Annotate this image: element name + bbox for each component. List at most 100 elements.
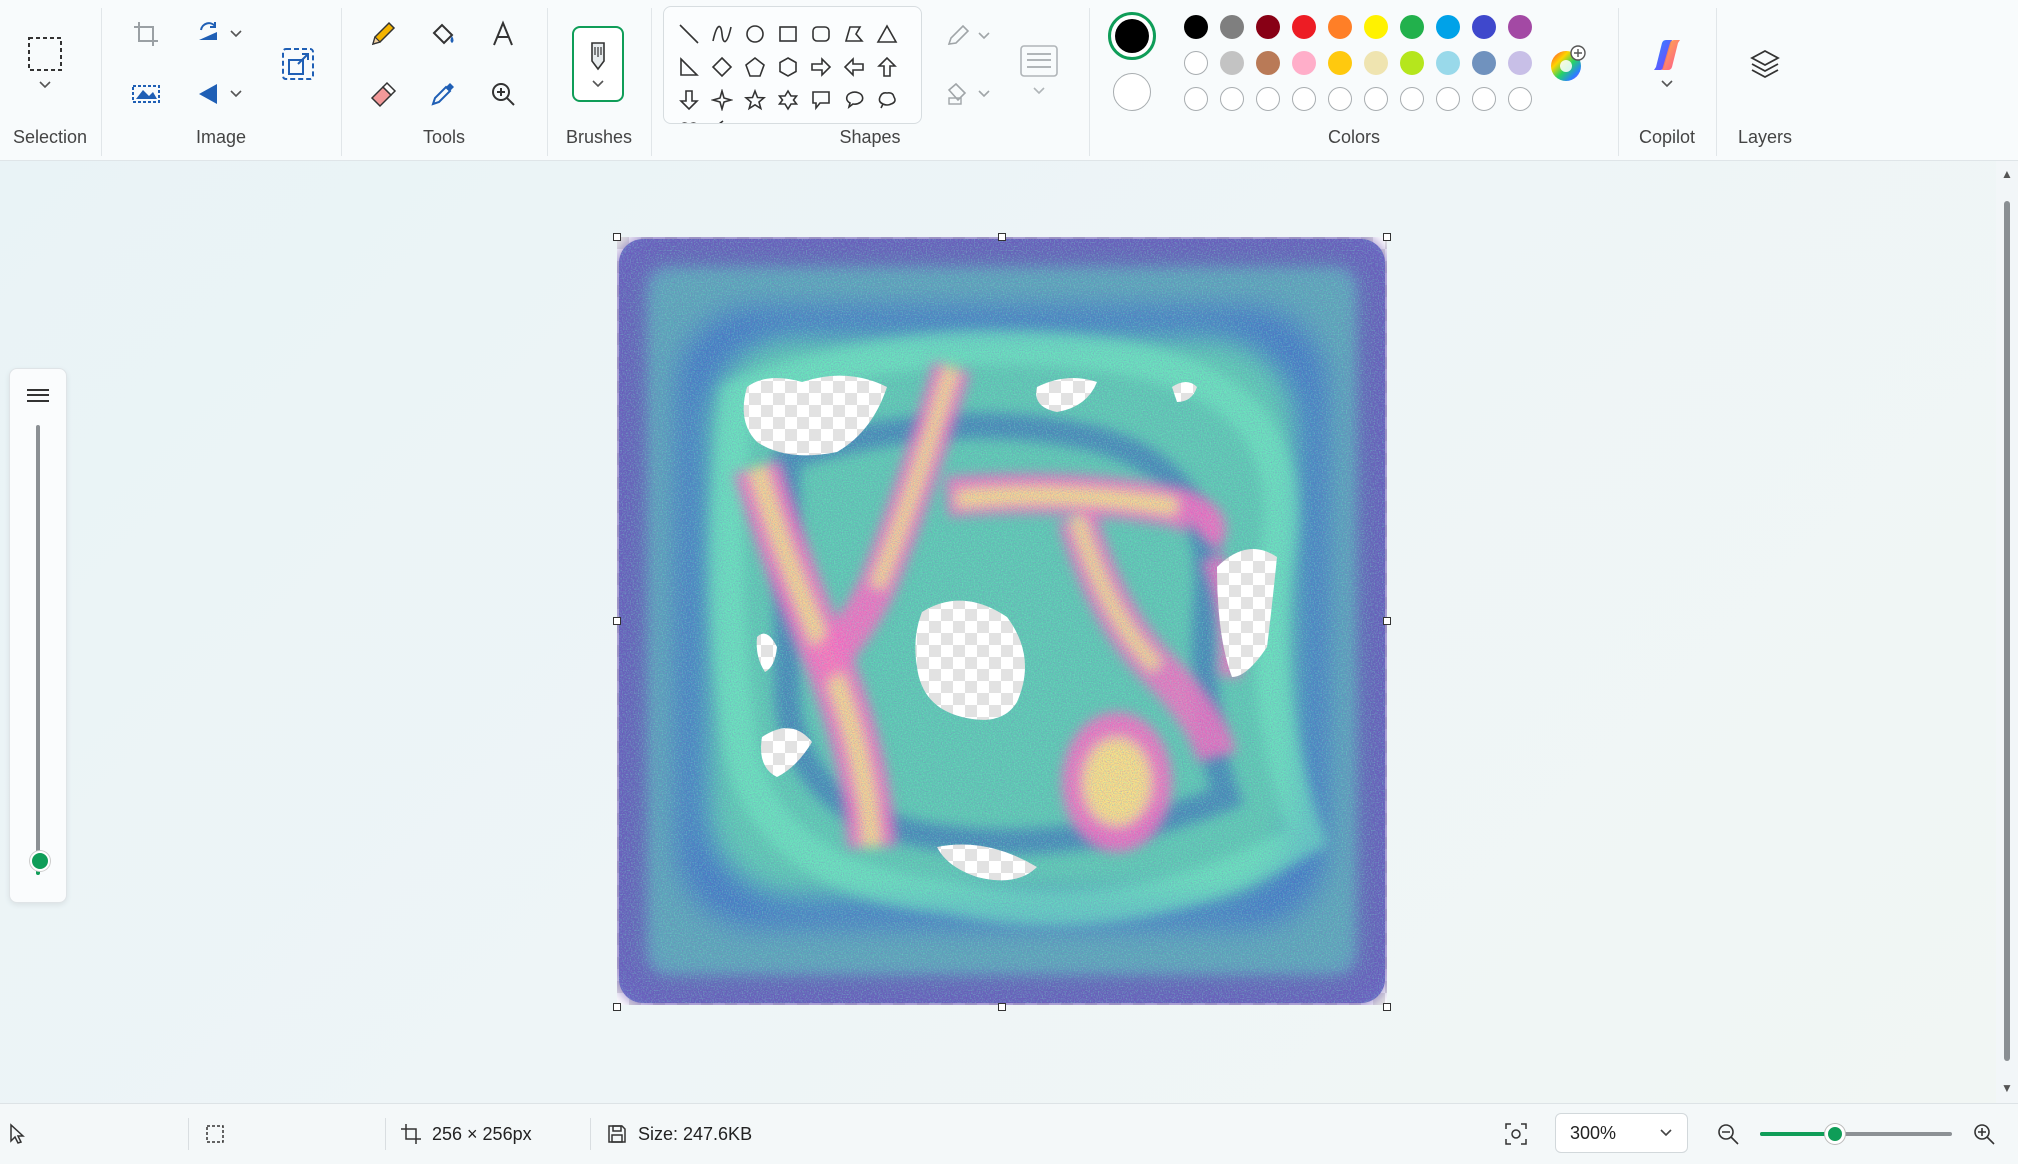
pentagon-shape[interactable] <box>740 52 770 82</box>
zoom-in-icon <box>1974 1124 1995 1145</box>
color-swatch[interactable] <box>1328 15 1352 39</box>
resize-handle-top[interactable] <box>998 233 1006 241</box>
primary-color[interactable] <box>1108 12 1156 60</box>
color-swatch[interactable] <box>1472 15 1496 39</box>
resize-handle-top-right[interactable] <box>1383 233 1391 241</box>
secondary-color[interactable] <box>1113 73 1151 111</box>
custom-color-slot[interactable] <box>1292 87 1316 111</box>
fit-to-window-button[interactable] <box>1504 1104 1528 1164</box>
rounded-rectangle-shape[interactable] <box>806 19 836 49</box>
scrollbar-thumb[interactable] <box>2004 201 2010 1061</box>
resize-handle-bottom-right[interactable] <box>1383 1003 1391 1011</box>
color-swatch[interactable] <box>1184 15 1208 39</box>
zoom-slider[interactable] <box>1760 1124 1952 1144</box>
canvas-image[interactable] <box>617 237 1387 1005</box>
custom-color-slot[interactable] <box>1472 87 1496 111</box>
brush-size-track[interactable] <box>36 425 40 855</box>
color-swatch[interactable] <box>1292 15 1316 39</box>
chevron-down-icon <box>978 90 990 98</box>
brush-button[interactable] <box>572 26 624 102</box>
zoom-out-button[interactable] <box>1716 1104 1740 1164</box>
color-swatch[interactable] <box>1220 51 1244 75</box>
color-swatch[interactable] <box>1472 51 1496 75</box>
color-picker-button[interactable] <box>419 70 467 118</box>
resize-handle-top-left[interactable] <box>613 233 621 241</box>
canvas-selection[interactable] <box>613 233 1391 1011</box>
heart-shape[interactable] <box>674 115 704 123</box>
diamond-shape[interactable] <box>707 52 737 82</box>
zoom-in-button[interactable] <box>1972 1104 1996 1164</box>
color-swatch[interactable] <box>1436 15 1460 39</box>
color-swatch[interactable] <box>1220 15 1244 39</box>
layers-button[interactable] <box>1741 40 1789 88</box>
rectangle-shape[interactable] <box>773 19 803 49</box>
edit-colors-button[interactable] <box>1544 40 1592 88</box>
custom-color-slot[interactable] <box>1184 87 1208 111</box>
text-button[interactable] <box>479 10 527 58</box>
curve-shape[interactable] <box>707 19 737 49</box>
shape-outline-button[interactable] <box>936 12 1000 60</box>
color-swatch[interactable] <box>1184 51 1208 75</box>
color-swatch[interactable] <box>1292 51 1316 75</box>
up-arrow-shape[interactable] <box>872 52 902 82</box>
remove-background-button[interactable] <box>122 70 170 118</box>
eraser-button[interactable] <box>359 70 407 118</box>
color-swatch[interactable] <box>1256 15 1280 39</box>
resize-icon <box>282 48 314 80</box>
down-arrow-shape[interactable] <box>674 85 704 115</box>
resize-handle-left[interactable] <box>613 617 621 625</box>
resize-button[interactable] <box>274 40 322 88</box>
color-swatch[interactable] <box>1436 51 1460 75</box>
color-swatch[interactable] <box>1508 15 1532 39</box>
custom-color-slot[interactable] <box>1508 87 1532 111</box>
rect-callout-shape[interactable] <box>806 85 836 115</box>
selection-button[interactable] <box>20 28 70 98</box>
lightning-shape[interactable] <box>707 115 737 123</box>
resize-handle-right[interactable] <box>1383 617 1391 625</box>
crop-button[interactable] <box>122 10 170 58</box>
shape-fill-button[interactable] <box>936 70 1000 118</box>
copilot-button[interactable] <box>1641 30 1693 96</box>
custom-color-slot[interactable] <box>1220 87 1244 111</box>
custom-color-slot[interactable] <box>1256 87 1280 111</box>
resize-handle-bottom-left[interactable] <box>613 1003 621 1011</box>
right-triangle-shape[interactable] <box>674 52 704 82</box>
hexagon-shape[interactable] <box>773 52 803 82</box>
right-arrow-shape[interactable] <box>806 52 836 82</box>
left-arrow-shape[interactable] <box>839 52 869 82</box>
color-swatch[interactable] <box>1328 51 1352 75</box>
stroke-size-button[interactable] <box>1014 30 1064 110</box>
line-shape[interactable] <box>674 19 704 49</box>
color-swatch[interactable] <box>1364 51 1388 75</box>
zoom-slider-knob[interactable] <box>1825 1124 1845 1144</box>
polygon-shape[interactable] <box>839 19 869 49</box>
pencil-button[interactable] <box>359 10 407 58</box>
color-swatch[interactable] <box>1400 15 1424 39</box>
zoom-level-dropdown[interactable]: 300% <box>1555 1113 1688 1153</box>
flip-button[interactable] <box>184 70 254 118</box>
cloud-callout-shape[interactable] <box>872 85 902 115</box>
resize-handle-bottom[interactable] <box>998 1003 1006 1011</box>
custom-color-slot[interactable] <box>1364 87 1388 111</box>
six-point-star-shape[interactable] <box>773 85 803 115</box>
vertical-scrollbar[interactable]: ▲ ▼ <box>1996 161 2018 1103</box>
color-swatch[interactable] <box>1508 51 1532 75</box>
triangle-shape[interactable] <box>872 19 902 49</box>
color-swatch[interactable] <box>1256 51 1280 75</box>
oval-callout-shape[interactable] <box>839 85 869 115</box>
magnifier-button[interactable] <box>479 70 527 118</box>
fill-button[interactable] <box>419 10 467 58</box>
scroll-up-icon[interactable]: ▲ <box>2001 167 2013 181</box>
five-point-star-shape[interactable] <box>740 85 770 115</box>
custom-color-slot[interactable] <box>1436 87 1460 111</box>
rotate-button[interactable] <box>184 10 254 58</box>
oval-shape[interactable] <box>740 19 770 49</box>
color-swatch[interactable] <box>1364 15 1388 39</box>
brush-size-knob[interactable] <box>30 851 50 871</box>
custom-color-slot[interactable] <box>1400 87 1424 111</box>
scroll-down-icon[interactable]: ▼ <box>2001 1081 2013 1095</box>
image-group: Image <box>102 0 340 160</box>
four-point-star-shape[interactable] <box>707 85 737 115</box>
custom-color-slot[interactable] <box>1328 87 1352 111</box>
color-swatch[interactable] <box>1400 51 1424 75</box>
